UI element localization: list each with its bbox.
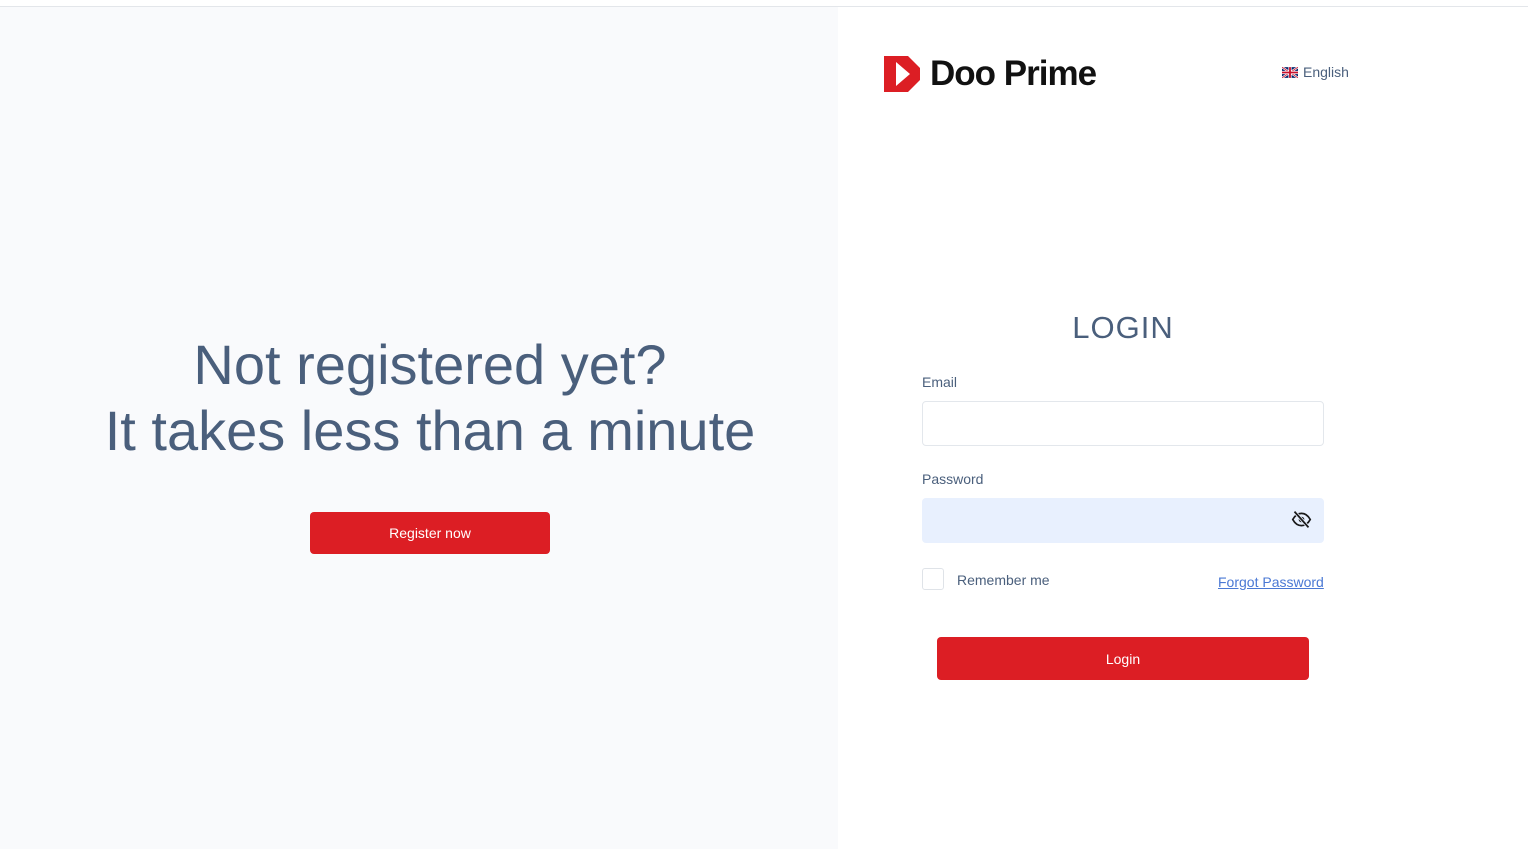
password-field[interactable] — [922, 498, 1324, 543]
language-selector[interactable]: English — [1282, 63, 1349, 81]
doo-prime-logo-icon — [884, 56, 920, 92]
email-label: Email — [922, 374, 958, 390]
uk-flag-icon — [1282, 66, 1298, 78]
remember-me-checkbox[interactable] — [922, 568, 944, 590]
password-label: Password — [922, 471, 984, 487]
login-title: LOGIN — [1072, 310, 1174, 345]
language-label: English — [1303, 64, 1349, 80]
register-headline: Not registered yet? It takes less than a… — [0, 332, 860, 464]
eye-slash-icon[interactable] — [1291, 509, 1312, 530]
forgot-password-link[interactable]: Forgot Password — [1218, 574, 1324, 590]
doo-prime-logo[interactable]: Doo Prime — [884, 54, 1097, 94]
login-button[interactable]: Login — [937, 637, 1309, 680]
headline-line-1: Not registered yet? — [193, 333, 667, 396]
remember-me-label[interactable]: Remember me — [957, 572, 1050, 588]
headline-line-2: It takes less than a minute — [104, 399, 756, 462]
brand-name: Doo Prime — [930, 54, 1097, 93]
register-now-button[interactable]: Register now — [310, 512, 550, 554]
email-field[interactable] — [922, 401, 1324, 446]
